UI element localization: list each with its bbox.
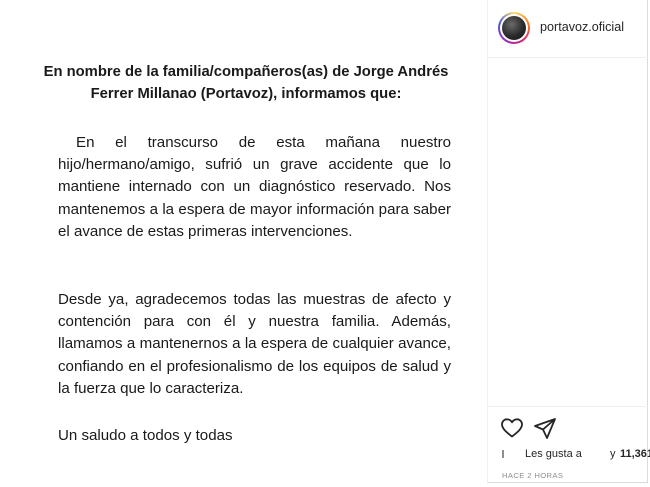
avatar[interactable]: [498, 12, 530, 44]
post-image[interactable]: En nombre de la familia/compañeros(as) d…: [3, 0, 488, 483]
username-link[interactable]: portavoz.oficial: [540, 20, 624, 34]
post-sidebar: portavoz.oficial Les gusta a y 11,361 HA…: [488, 0, 650, 484]
likes-connector: y: [610, 448, 616, 460]
post-timestamp[interactable]: HACE 2 HORAS: [502, 471, 563, 480]
post-actions: Les gusta a y 11,361 HACE 2 HORAS: [488, 406, 650, 484]
heart-icon[interactable]: [500, 416, 524, 440]
paper-plane-icon[interactable]: [533, 416, 557, 440]
post-header: portavoz.oficial: [488, 0, 648, 58]
profile-photo-icon: [502, 16, 526, 40]
statement-title: En nombre de la familia/compañeros(as) d…: [43, 64, 449, 102]
likes-label: Les gusta a: [525, 448, 582, 460]
statement-paragraph-1: En el transcurso de esta mañana nuestro …: [58, 134, 451, 240]
statement-paragraph-2: Desde ya, agradecemos todas las muestras…: [58, 291, 451, 397]
liker-avatar-icon: [502, 450, 504, 458]
likes-summary: Les gusta a y 11,361: [488, 447, 650, 465]
statement-paragraph-3: Un saludo a todos y todas: [58, 427, 233, 444]
avatar-frame: [500, 14, 528, 42]
likes-count[interactable]: 11,361: [620, 448, 650, 460]
